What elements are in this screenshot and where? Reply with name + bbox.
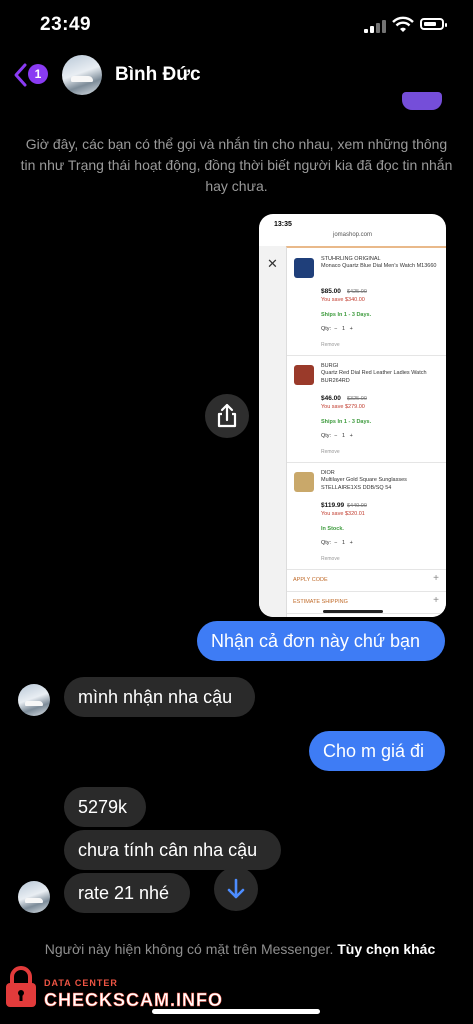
unavailable-notice: Người này hiện không có mặt trên Messeng… (40, 939, 440, 960)
sender-avatar[interactable] (18, 881, 50, 913)
product-qty: Qty: − 1 + (321, 326, 353, 332)
product-shipping: In Stock. (321, 526, 344, 532)
message-bubble-incoming[interactable]: chưa tính cân nha cậu (64, 830, 281, 870)
scroll-to-bottom-button[interactable] (214, 867, 258, 911)
qty-value: 1 (341, 540, 346, 546)
apply-code-row: APPLY CODE + (287, 569, 446, 592)
product-thumbnail (294, 258, 314, 278)
arrow-down-icon (227, 878, 245, 899)
message-bubble-incoming[interactable]: rate 21 nhé (64, 873, 190, 913)
system-note: Giờ đây, các bạn có thể gọi và nhắn tin … (20, 136, 453, 194)
partial-sticker (402, 92, 442, 110)
sender-avatar[interactable] (18, 684, 50, 716)
apply-code-label: APPLY CODE (293, 577, 328, 583)
watermark-brand: CHECKSCAM.INFO (44, 990, 223, 1011)
product-thumbnail (294, 472, 314, 492)
message-bubble-outgoing[interactable]: Nhận cả đơn này chứ bạn (197, 621, 445, 661)
chevron-left-icon (14, 63, 27, 87)
back-button[interactable]: 1 (12, 60, 52, 90)
product-name: Multilayer Gold Square Sunglasses STELLA… (321, 477, 407, 491)
qty-value: 1 (341, 326, 346, 332)
unavailable-text: Người này hiện không có mặt trên Messeng… (44, 941, 334, 957)
wifi-icon (392, 16, 414, 34)
product-price: $119.99 (321, 502, 345, 509)
share-button[interactable] (205, 394, 249, 438)
product-brand: DIOR (321, 470, 335, 476)
product-remove: Remove (321, 556, 340, 562)
screenshot-status-time: 13:35 (274, 221, 292, 228)
product-name: Quartz Red Dial Red Leather Ladies Watch… (321, 370, 427, 384)
product-savings: You save $320.01 (321, 511, 365, 517)
product-shipping: Ships In 1 - 3 Days. (321, 419, 372, 425)
product-old-price: $440.00 (347, 503, 367, 509)
battery-icon (420, 18, 447, 30)
product-brand: BURGI (321, 363, 339, 369)
product-remove: Remove (321, 449, 340, 455)
more-options-link[interactable]: Tùy chọn khác (337, 941, 435, 957)
product-price: $85.00 (321, 288, 341, 295)
product-qty: Qty: − 1 + (321, 540, 353, 546)
product-savings: You save $279.00 (321, 404, 365, 410)
contact-avatar[interactable] (62, 55, 102, 95)
home-indicator (152, 1009, 320, 1014)
screenshot-url: jomashop.com (332, 232, 373, 238)
product-thumbnail (294, 365, 314, 385)
cellular-signal-icon (364, 20, 386, 33)
shared-screenshot-image[interactable]: 13:35 jomashop.com ✕ STUHRLING ORIGINAL … (259, 214, 446, 617)
status-time: 23:49 (40, 14, 92, 35)
product-shipping: Ships In 1 - 3 Days. (321, 312, 372, 318)
message-bubble-outgoing[interactable]: Cho m giá đi (309, 731, 445, 771)
product-old-price: $425.00 (347, 289, 367, 295)
product-name: Monaco Quartz Blue Dial Men's Watch M136… (321, 263, 437, 269)
message-bubble-incoming[interactable]: mình nhận nha cậu (64, 677, 255, 717)
product-price: $46.00 (321, 395, 341, 402)
cart-item: STUHRLING ORIGINAL Monaco Quartz Blue Di… (287, 248, 446, 356)
product-remove: Remove (321, 342, 340, 348)
product-savings: You save $340.00 (321, 297, 365, 303)
screenshot-home-indicator (323, 610, 383, 613)
qty-value: 1 (341, 433, 346, 439)
qty-label: Qty: (321, 326, 332, 332)
screenshot-background-page (259, 246, 286, 617)
cart-item: DIOR Multilayer Gold Square Sunglasses S… (287, 462, 446, 570)
plus-icon: + (433, 573, 439, 584)
product-brand: STUHRLING ORIGINAL (321, 256, 381, 262)
unread-badge: 1 (28, 64, 48, 84)
product-qty: Qty: − 1 + (321, 433, 353, 439)
share-icon (217, 403, 237, 428)
plus-icon: + (433, 595, 439, 606)
lock-icon (4, 965, 38, 1009)
watermark-label: DATA CENTER (44, 978, 118, 988)
cart-item: BURGI Quartz Red Dial Red Leather Ladies… (287, 355, 446, 463)
estimate-shipping-label: ESTIMATE SHIPPING (293, 599, 348, 605)
qty-label: Qty: (321, 540, 332, 546)
contact-name[interactable]: Bình Đức (115, 64, 201, 86)
product-old-price: $325.00 (347, 396, 367, 402)
qty-label: Qty: (321, 433, 332, 439)
message-bubble-incoming[interactable]: 5279k (64, 787, 146, 827)
close-icon: ✕ (267, 256, 278, 271)
cart-panel: STUHRLING ORIGINAL Monaco Quartz Blue Di… (286, 246, 446, 617)
